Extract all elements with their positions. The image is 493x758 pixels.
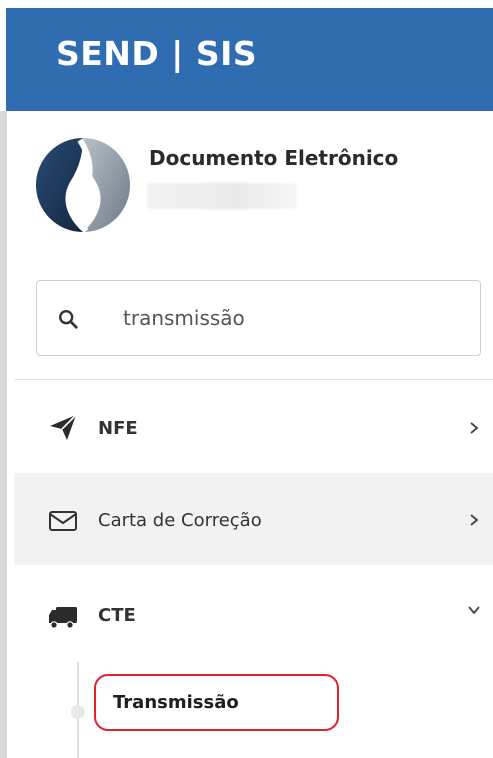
menu-label-nfe: NFE <box>98 418 138 439</box>
submenu-label-transmissao: Transmissão <box>113 692 239 713</box>
paper-plane-icon <box>50 414 77 440</box>
search-icon <box>59 310 78 329</box>
company-logo <box>35 137 131 233</box>
menu-item-carta-de-correcao[interactable]: Carta de Correção <box>14 473 493 565</box>
chevron-right-icon <box>470 422 479 434</box>
menu-item-cte[interactable]: CTE <box>14 565 493 657</box>
sidebar: Documento Eletrônico NFE Carta de Correç… <box>0 111 493 758</box>
brand-title[interactable]: SEND | SIS <box>56 34 257 73</box>
profile-title: Documento Eletrônico <box>149 146 399 170</box>
envelope-icon <box>49 511 77 531</box>
chevron-down-icon <box>468 606 480 615</box>
app-header: SEND | SIS <box>6 8 493 111</box>
profile-card: Documento Eletrônico <box>31 135 491 245</box>
submenu-item-transmissao[interactable]: Transmissão <box>94 674 339 731</box>
divider <box>14 379 493 380</box>
profile-subtitle-redacted <box>147 183 297 209</box>
search-box[interactable] <box>36 280 481 356</box>
menu-label-cte: CTE <box>98 605 136 626</box>
search-input[interactable] <box>123 299 463 337</box>
submenu-bullet <box>71 705 85 719</box>
chevron-right-icon <box>470 514 479 526</box>
menu-label-carta: Carta de Correção <box>98 510 262 531</box>
menu-item-nfe[interactable]: NFE <box>14 381 493 473</box>
truck-icon <box>49 607 77 629</box>
